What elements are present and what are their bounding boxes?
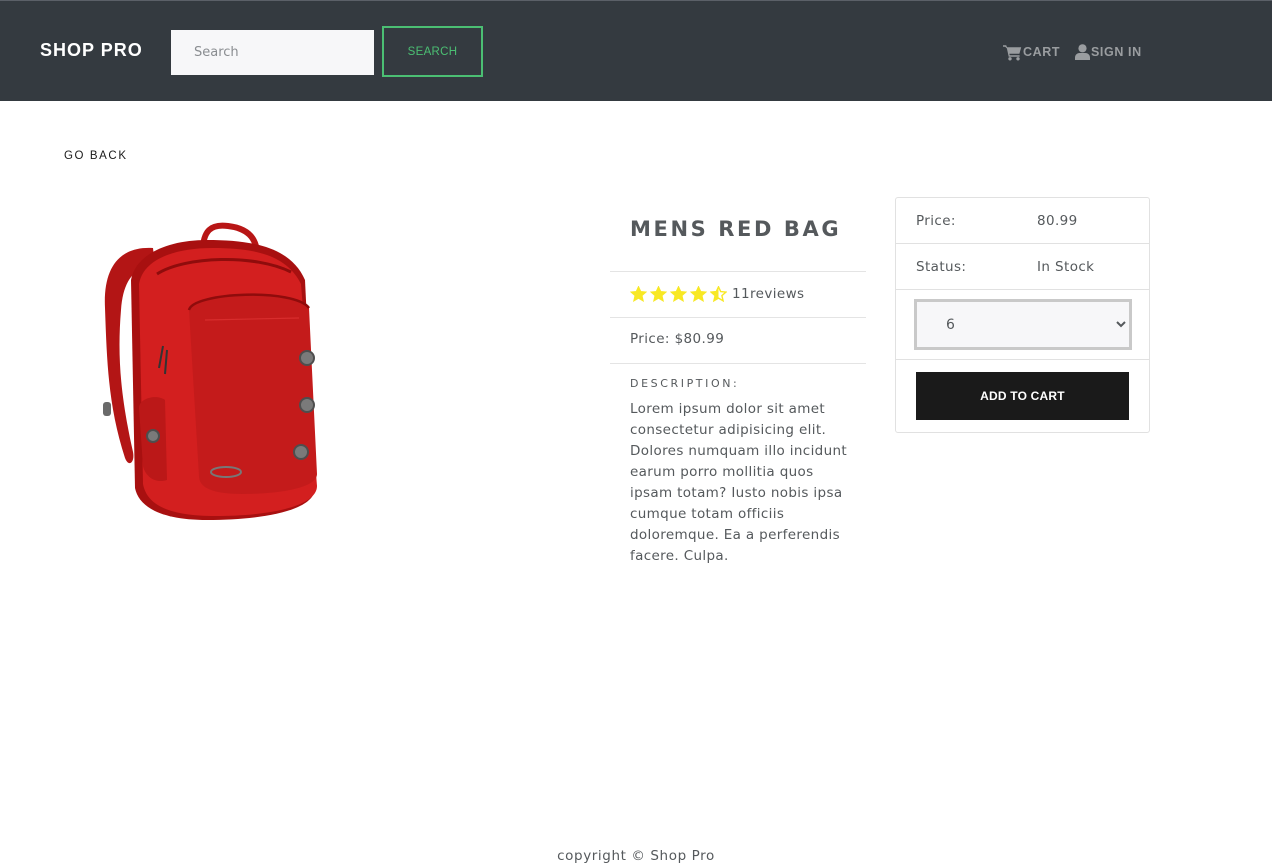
review-count: 11reviews (732, 286, 805, 302)
card-price-value: 80.99 (1037, 213, 1078, 229)
navbar: SHOP PRO SEARCH CART SIGN IN (0, 0, 1272, 101)
star-full-icon (670, 286, 687, 302)
nav-signin-link[interactable]: SIGN IN (1075, 42, 1142, 62)
add-to-cart-button[interactable]: ADD TO CART (916, 372, 1129, 420)
star-half-icon (710, 286, 727, 302)
shopping-cart-icon (1003, 44, 1022, 60)
footer-copyright: copyright © Shop Pro (557, 848, 715, 864)
go-back-link[interactable]: GO BACK (64, 150, 128, 162)
search-button[interactable]: SEARCH (382, 26, 483, 77)
product-title: MENS RED BAG (630, 217, 842, 241)
divider (610, 363, 866, 364)
description-heading: DESCRIPTION: (630, 377, 740, 390)
divider (610, 271, 866, 272)
nav-cart-label: CART (1023, 45, 1061, 59)
rating-stars (630, 286, 727, 302)
purchase-card: Price: 80.99 Status: In Stock 6 ADD TO C… (895, 197, 1150, 433)
brand-logo[interactable]: SHOP PRO (40, 40, 143, 61)
product-description: Lorem ipsum dolor sit amet consectetur a… (630, 401, 848, 564)
card-status-label: Status: (916, 259, 967, 275)
product-price: Price: $80.99 (630, 331, 725, 347)
card-price-label: Price: (916, 213, 956, 229)
star-full-icon (630, 286, 647, 302)
nav-signin-label: SIGN IN (1091, 45, 1142, 59)
product-image (103, 222, 317, 520)
star-full-icon (650, 286, 667, 302)
quantity-select[interactable]: 6 (914, 299, 1132, 350)
nav-cart-link[interactable]: CART (1003, 42, 1060, 62)
card-status-value: In Stock (1037, 259, 1095, 275)
user-icon (1075, 44, 1090, 60)
star-full-icon (690, 286, 707, 302)
card-qty-row: 6 (896, 290, 1149, 360)
product-rating: 11reviews (630, 284, 804, 304)
card-price-row: Price: 80.99 (896, 198, 1149, 244)
divider (610, 317, 866, 318)
card-status-row: Status: In Stock (896, 244, 1149, 290)
search-input[interactable] (171, 30, 374, 75)
